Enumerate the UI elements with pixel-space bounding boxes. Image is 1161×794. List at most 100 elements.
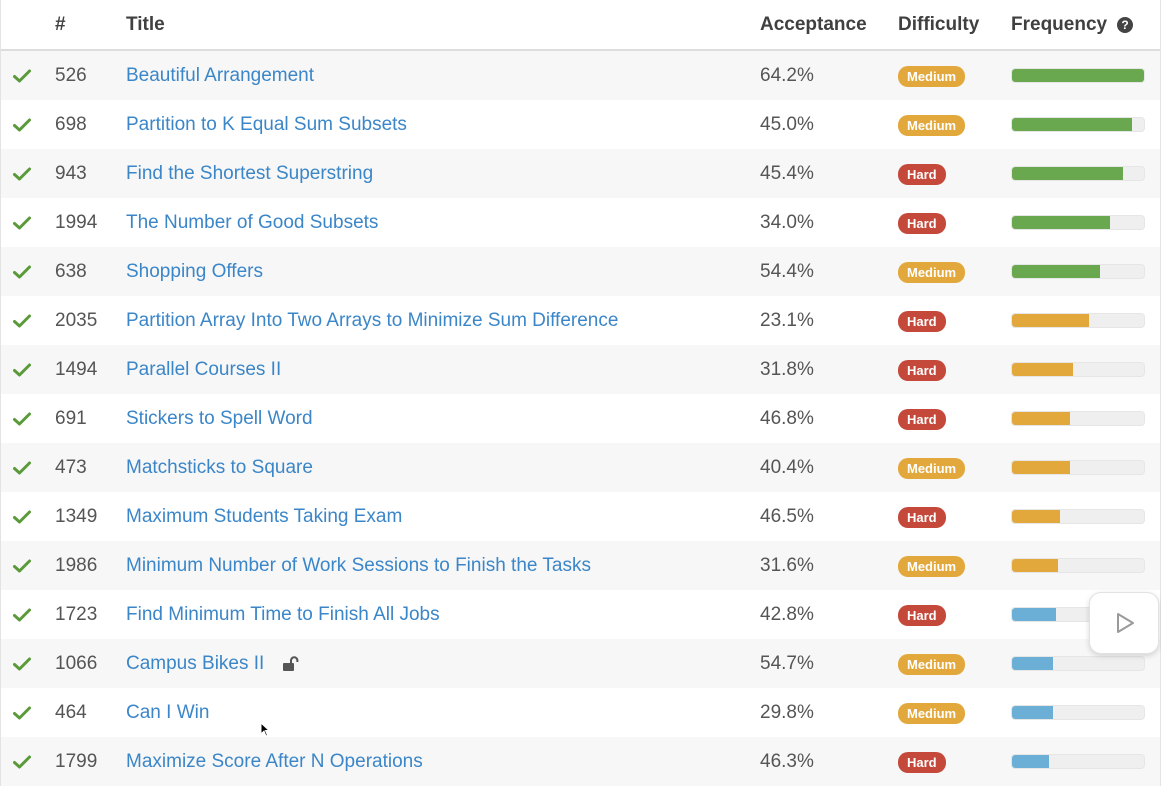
frequency-cell [1011,558,1160,573]
problem-title-link[interactable]: Minimum Number of Work Sessions to Finis… [126,555,591,577]
acceptance-rate: 29.8% [760,701,814,723]
status-cell [1,167,42,181]
frequency-bar [1011,362,1145,377]
problem-title-link[interactable]: Partition Array Into Two Arrays to Minim… [126,310,618,332]
frequency-cell [1011,264,1160,279]
frequency-bar [1011,705,1145,720]
frequency-bar-fill [1012,559,1059,572]
frequency-bar [1011,264,1145,279]
frequency-cell [1011,166,1160,181]
frequency-bar [1011,509,1145,524]
table-header: # Title Acceptance Difficulty Frequency … [1,0,1160,51]
difficulty-badge: Hard [898,751,946,773]
frequency-bar [1011,411,1145,426]
video-play-button[interactable] [1089,592,1159,654]
table-row: 691 Stickers to Spell Word 46.8% Hard [1,394,1160,443]
problem-title-link[interactable]: Shopping Offers [126,261,263,283]
difficulty-cell: Medium [898,457,1011,479]
table-body: 526 Beautiful Arrangement 64.2% Medium 6… [1,51,1160,786]
header-title-label[interactable]: Title [126,14,165,36]
problem-title-link[interactable]: Maximum Students Taking Exam [126,506,402,528]
acceptance-rate: 23.1% [760,309,814,331]
difficulty-cell: Hard [898,212,1011,234]
frequency-bar [1011,460,1145,475]
difficulty-badge: Medium [898,65,966,87]
check-icon [12,559,31,572]
table-row: 1994 The Number of Good Subsets 34.0% Ha… [1,198,1160,247]
acceptance-rate: 34.0% [760,211,814,233]
problem-title-link[interactable]: Parallel Courses II [126,359,281,381]
header-acceptance[interactable]: Acceptance [760,14,898,36]
problem-title-link[interactable]: Can I Win [126,702,209,724]
acceptance-rate: 54.4% [760,260,814,282]
status-cell [1,461,42,475]
check-icon [12,314,31,327]
problem-number: 464 [55,701,87,723]
problem-number: 1994 [55,211,98,233]
problem-number: 943 [55,162,87,184]
acceptance-rate: 42.8% [760,603,814,625]
difficulty-cell: Hard [898,408,1011,430]
problem-title-link[interactable]: The Number of Good Subsets [126,212,378,234]
problem-title-link[interactable]: Matchsticks to Square [126,457,313,479]
header-difficulty[interactable]: Difficulty [898,14,1011,36]
frequency-cell [1011,117,1160,132]
problem-title-link[interactable]: Partition to K Equal Sum Subsets [126,114,407,136]
frequency-bar-fill [1012,118,1133,131]
frequency-cell [1011,705,1160,720]
frequency-bar-fill [1012,706,1053,719]
status-cell [1,657,42,671]
problem-title-link[interactable]: Beautiful Arrangement [126,65,314,87]
status-cell [1,314,42,328]
title-cell: The Number of Good Subsets [126,212,760,234]
frequency-bar-fill [1012,755,1049,768]
table-row: 464 Can I Win 29.8% Medium [1,688,1160,737]
difficulty-cell: Hard [898,359,1011,381]
frequency-cell [1011,215,1160,230]
problem-title-link[interactable]: Maximize Score After N Operations [126,751,423,773]
table-row: 1799 Maximize Score After N Operations 4… [1,737,1160,786]
problem-title-link[interactable]: Find Minimum Time to Finish All Jobs [126,604,440,626]
title-cell: Can I Win [126,702,760,724]
difficulty-badge: Medium [898,653,966,675]
frequency-bar-fill [1012,657,1053,670]
problem-number: 473 [55,456,87,478]
title-cell: Campus Bikes II [126,653,760,675]
mouse-cursor-icon [260,721,271,743]
difficulty-badge: Medium [898,457,966,479]
table-row: 473 Matchsticks to Square 40.4% Medium [1,443,1160,492]
frequency-bar-fill [1012,412,1071,425]
frequency-bar [1011,215,1145,230]
table-row: 638 Shopping Offers 54.4% Medium [1,247,1160,296]
table-row: 1494 Parallel Courses II 31.8% Hard [1,345,1160,394]
problem-number: 691 [55,407,87,429]
difficulty-badge: Medium [898,702,966,724]
status-cell [1,69,42,83]
status-cell [1,706,42,720]
problem-number: 1799 [55,750,98,772]
frequency-bar-fill [1012,461,1071,474]
title-cell: Find Minimum Time to Finish All Jobs [126,604,760,626]
problem-title-link[interactable]: Stickers to Spell Word [126,408,313,430]
table-row: 2035 Partition Array Into Two Arrays to … [1,296,1160,345]
header-title[interactable]: Title [126,14,760,36]
acceptance-rate: 45.0% [760,113,814,135]
check-icon [12,657,31,670]
check-icon [12,461,31,474]
question-circle-icon[interactable]: ? [1117,16,1134,33]
frequency-bar-fill [1012,608,1056,621]
header-frequency-label[interactable]: Frequency [1011,14,1107,36]
problem-title-link[interactable]: Campus Bikes II [126,653,264,675]
difficulty-badge: Medium [898,114,966,136]
acceptance-rate: 46.3% [760,750,814,772]
table-row: 1349 Maximum Students Taking Exam 46.5% … [1,492,1160,541]
header-frequency[interactable]: Frequency ? [1011,14,1160,36]
problem-title-link[interactable]: Find the Shortest Superstring [126,163,373,185]
check-icon [12,412,31,425]
title-cell: Matchsticks to Square [126,457,760,479]
header-num[interactable]: # [42,14,126,36]
difficulty-badge: Hard [898,359,946,381]
difficulty-badge: Medium [898,555,966,577]
difficulty-badge: Hard [898,604,946,626]
problem-number: 1986 [55,554,98,576]
